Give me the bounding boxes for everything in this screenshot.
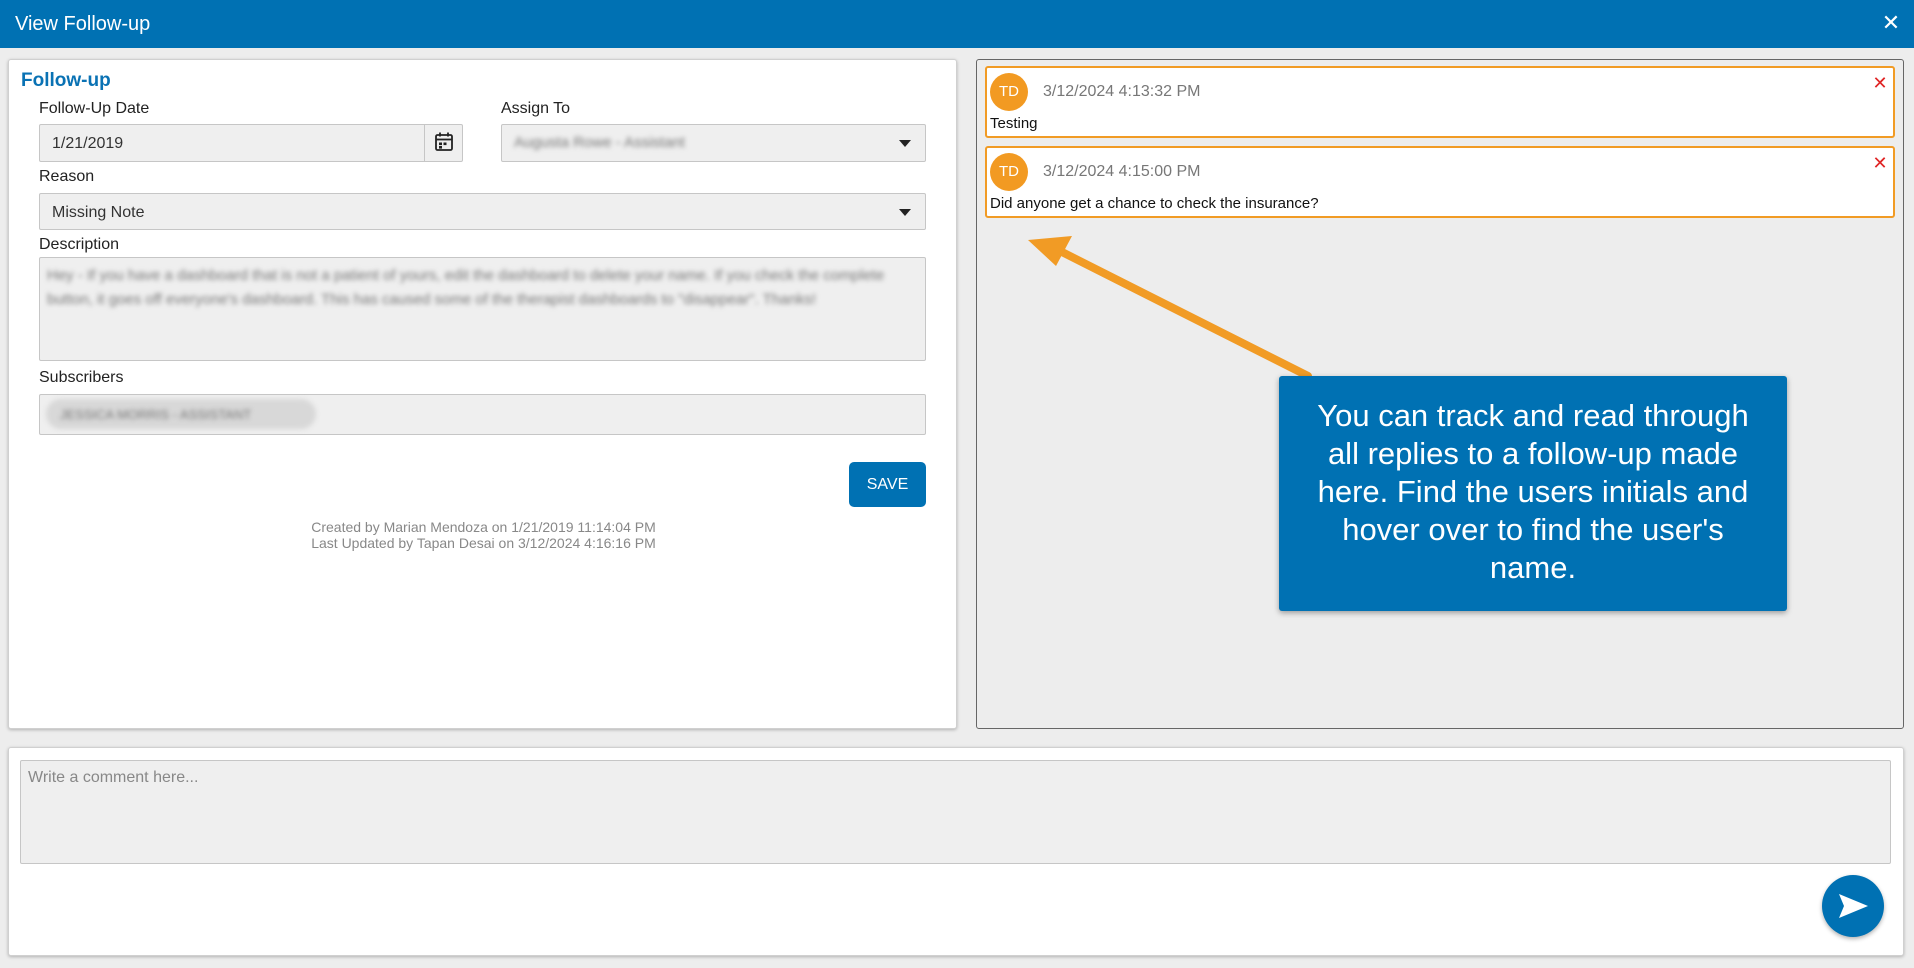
- reason-value: Missing Note: [52, 204, 145, 221]
- reason-select[interactable]: Missing Note: [39, 193, 926, 230]
- subscribers-label: Subscribers: [39, 369, 124, 386]
- chevron-down-icon: [899, 140, 911, 147]
- avatar[interactable]: TD: [990, 153, 1028, 191]
- description-label: Description: [39, 236, 120, 253]
- reply-text: Testing: [990, 115, 1038, 132]
- tutorial-callout: You can track and read through all repli…: [1279, 376, 1787, 611]
- subscribers-field[interactable]: JESSICA MORRIS - ASSISTANT: [39, 394, 926, 435]
- close-icon[interactable]: ✕: [1878, 10, 1904, 36]
- reply-item: TD 3/12/2024 4:15:00 PM Did anyone get a…: [985, 146, 1895, 218]
- updated-info: Last Updated by Tapan Desai on 3/12/2024…: [311, 535, 656, 551]
- save-button[interactable]: SAVE: [849, 462, 926, 507]
- description-field[interactable]: Hey - If you have a dashboard that is no…: [39, 257, 926, 361]
- followup-date-label: Follow-Up Date: [39, 100, 150, 117]
- reply-text: Did anyone get a chance to check the ins…: [990, 195, 1319, 212]
- form-heading: Follow-up: [21, 70, 111, 91]
- delete-reply-icon[interactable]: ✕: [1871, 74, 1889, 92]
- avatar[interactable]: TD: [990, 73, 1028, 111]
- description-value: Hey - If you have a dashboard that is no…: [47, 267, 885, 308]
- created-info: Created by Marian Mendoza on 1/21/2019 1…: [311, 519, 656, 535]
- calendar-icon[interactable]: [424, 125, 462, 161]
- title-bar: View Follow-up ✕: [0, 0, 1914, 48]
- reply-timestamp: 3/12/2024 4:15:00 PM: [1043, 163, 1201, 180]
- send-icon: [1839, 894, 1868, 918]
- send-button[interactable]: [1822, 875, 1884, 937]
- reason-label: Reason: [39, 168, 95, 185]
- window-title: View Follow-up: [15, 13, 151, 35]
- assign-to-value: Augusta Rowe - Assistant: [514, 134, 685, 151]
- reply-item: TD 3/12/2024 4:13:32 PM Testing ✕: [985, 66, 1895, 138]
- comment-input[interactable]: [20, 760, 1891, 864]
- follow-up-form: Follow-up Follow-Up Date 1/21/2019 Assig…: [8, 59, 957, 729]
- followup-date-field[interactable]: 1/21/2019: [39, 124, 463, 162]
- followup-date-value: 1/21/2019: [52, 135, 124, 152]
- reply-timestamp: 3/12/2024 4:13:32 PM: [1043, 83, 1201, 100]
- chevron-down-icon: [899, 209, 911, 216]
- assign-to-select[interactable]: Augusta Rowe - Assistant: [501, 124, 926, 162]
- delete-reply-icon[interactable]: ✕: [1871, 154, 1889, 172]
- assign-to-label: Assign To: [501, 100, 571, 117]
- comment-panel: [8, 747, 1904, 956]
- subscriber-chip-label: JESSICA MORRIS - ASSISTANT: [60, 407, 252, 422]
